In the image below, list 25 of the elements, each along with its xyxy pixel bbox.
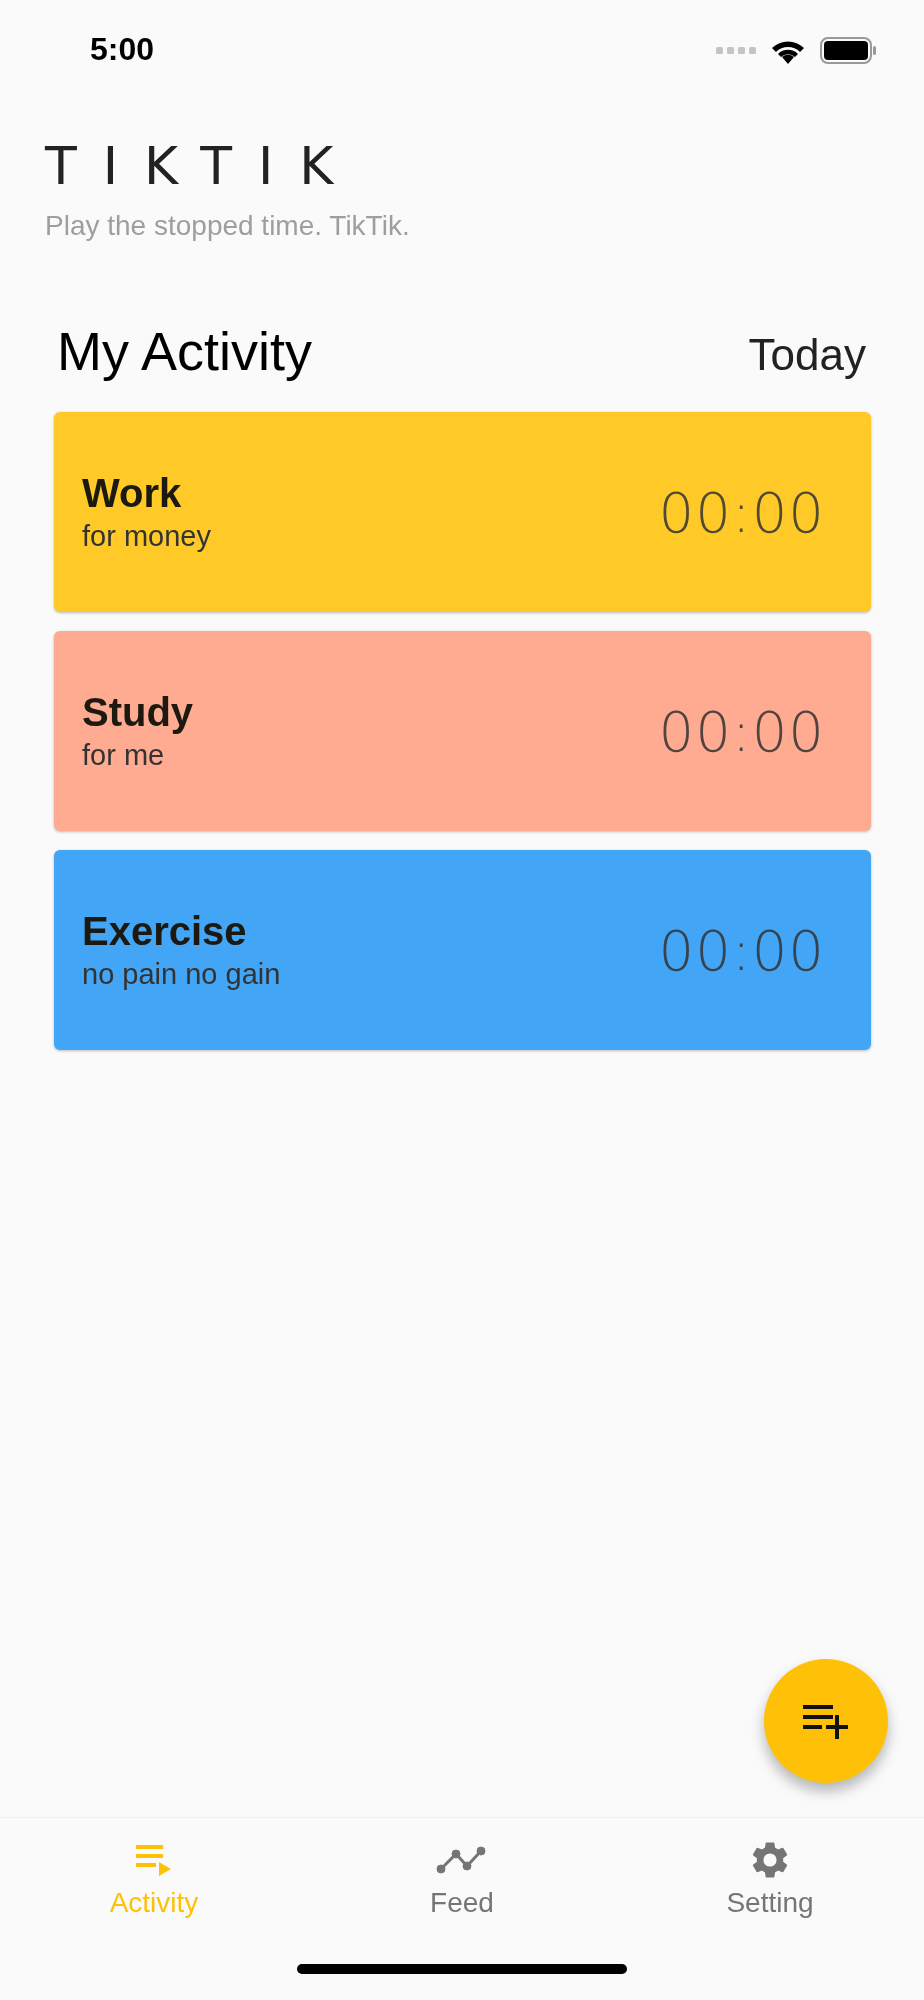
activity-timer: 00:00: [658, 698, 825, 764]
battery-icon: [820, 36, 876, 64]
status-time: 5:00: [90, 30, 155, 68]
activity-card[interactable]: Exercise no pain no gain 00:00: [54, 850, 871, 1050]
activity-name: Exercise: [82, 909, 248, 954]
playlist-icon: [136, 1843, 172, 1877]
activity-card[interactable]: Work for money 00:00: [54, 412, 871, 612]
activity-note: for money: [82, 520, 211, 553]
signal-icon: [716, 45, 756, 55]
nav-tab[interactable]: Setting: [616, 1818, 924, 1938]
tagline: Play the stopped time. TikTik.: [45, 210, 411, 242]
line-chart-icon: [436, 1846, 488, 1874]
playlist-add-icon: [803, 1703, 849, 1739]
add-activity-button[interactable]: [764, 1659, 888, 1783]
activity-name: Study: [82, 690, 194, 735]
activity-card[interactable]: Study for me 00:00: [54, 631, 871, 831]
app-logo: TIKTIK: [45, 140, 360, 192]
nav-tab[interactable]: Feed: [308, 1818, 616, 1938]
period-label: Today: [748, 330, 866, 380]
section-title: My Activity: [57, 320, 313, 382]
activity-timer: 00:00: [658, 479, 825, 545]
activity-note: no pain no gain: [82, 958, 281, 991]
activity-note: for me: [82, 739, 166, 772]
activity-timer: 00:00: [658, 917, 825, 983]
activity-name: Work: [82, 471, 183, 516]
